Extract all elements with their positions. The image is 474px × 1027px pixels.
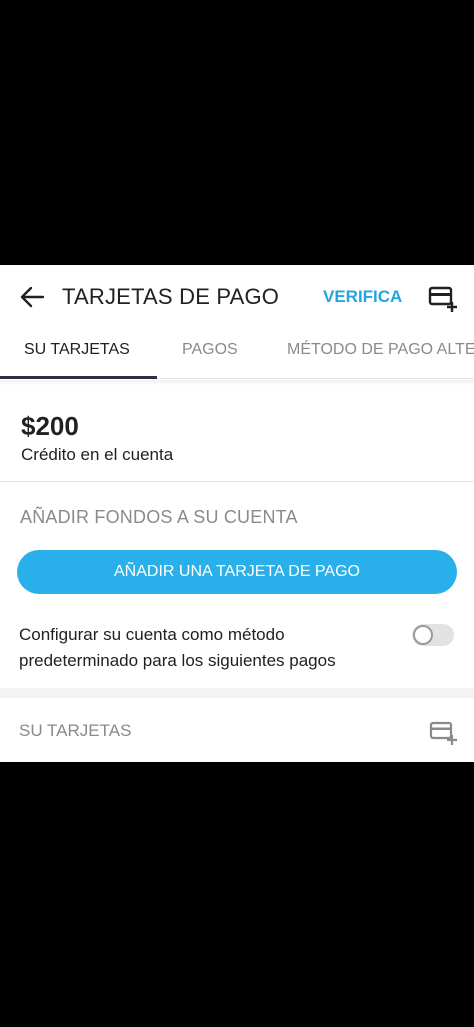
card-plus-icon (428, 286, 457, 312)
add-card-icon-button[interactable] (426, 285, 458, 313)
cards-add-button[interactable] (428, 720, 458, 746)
tab-bar: SU TARJETAS PAGOS MÉTODO DE PAGO ALTE (0, 327, 474, 379)
page-title: TARJETAS DE PAGO (62, 284, 280, 309)
tab-shadow (0, 380, 474, 386)
section-separator (0, 688, 474, 698)
credit-amount: $200 (21, 411, 79, 441)
active-tab-indicator (0, 376, 157, 379)
default-payment-toggle[interactable] (412, 624, 454, 646)
tab-metodo-de-pago[interactable]: MÉTODO DE PAGO ALTE (287, 341, 474, 359)
back-button[interactable] (12, 282, 52, 312)
app-bar: TARJETAS DE PAGO VERIFICA (0, 265, 474, 327)
card-plus-icon (429, 721, 457, 745)
add-card-button[interactable]: AÑADIR UNA TARJETA DE PAGO (17, 550, 457, 594)
add-funds-heading: AÑADIR FONDOS A SU CUENTA (20, 507, 298, 527)
divider (0, 481, 474, 482)
toggle-knob (413, 625, 433, 645)
arrow-left-icon (20, 286, 45, 308)
credit-label: Crédito en el cuenta (21, 445, 174, 464)
tab-su-tarjetas[interactable]: SU TARJETAS (24, 341, 130, 359)
default-payment-label: Configurar su cuenta como método predete… (19, 625, 336, 670)
payment-cards-screen: TARJETAS DE PAGO VERIFICA SU TARJETAS PA… (0, 265, 474, 762)
tab-pagos[interactable]: PAGOS (182, 341, 238, 359)
cards-section-label: SU TARJETAS (19, 721, 132, 740)
verify-button[interactable]: VERIFICA (323, 287, 402, 307)
